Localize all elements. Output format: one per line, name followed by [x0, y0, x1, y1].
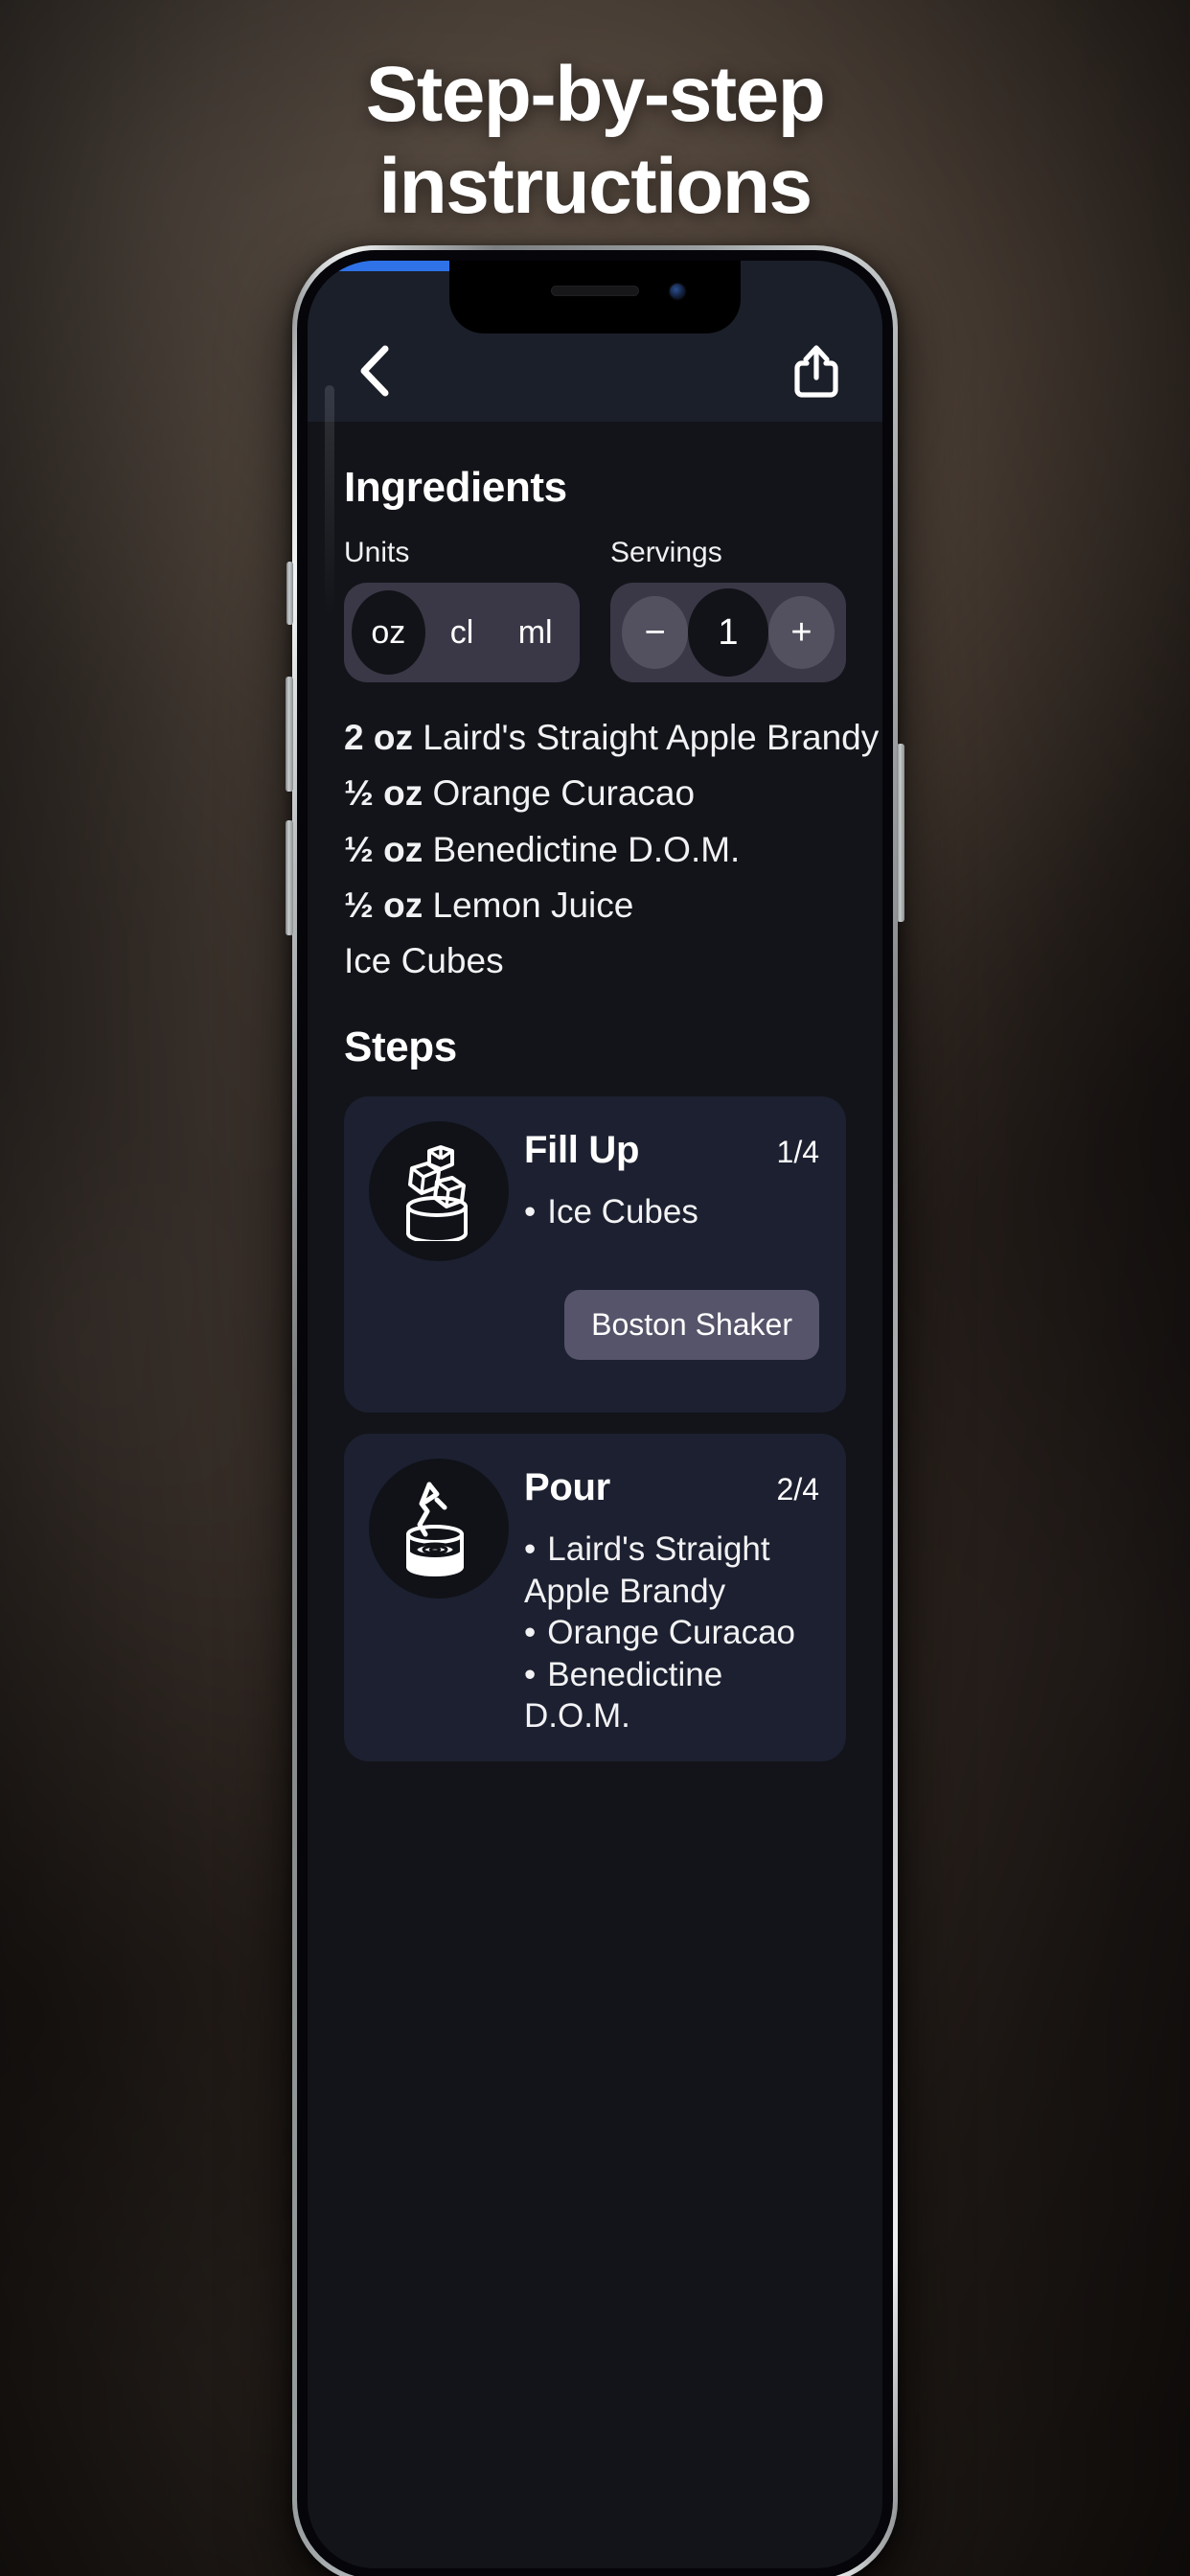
steps-title: Steps	[344, 1024, 457, 1071]
ice-cubes-into-glass-icon	[387, 1138, 491, 1246]
ingredient-row: ½ oz Orange Curacao	[344, 772, 846, 814]
power-button	[897, 744, 904, 922]
ingredients-list: 2 oz Laird's Straight Apple Brandy ½ oz …	[344, 717, 879, 981]
tool-chip[interactable]: Boston Shaker	[564, 1290, 819, 1361]
step-card-top: Fill Up 1/4 Ice Cubes	[369, 1121, 819, 1262]
ingredient-name: Laird's Straight Apple Brandy	[423, 718, 880, 757]
units-option-ml[interactable]: ml	[498, 590, 572, 675]
ingredients-title: Ingredients	[344, 464, 567, 511]
steps-list: Fill Up 1/4 Ice Cubes Boston Shaker	[344, 1096, 846, 1762]
units-segmented-control[interactable]: oz cl ml	[344, 583, 580, 682]
share-icon	[794, 344, 838, 398]
ingredient-name: Ice Cubes	[344, 941, 504, 981]
units-option-oz[interactable]: oz	[352, 590, 425, 675]
step-card-header: Fill Up 1/4	[524, 1129, 819, 1172]
ingredient-row: Ice Cubes	[344, 940, 846, 981]
step-name: Pour	[524, 1466, 610, 1509]
ingredient-quantity: 2 oz	[344, 718, 413, 757]
ingredient-name: Lemon Juice	[432, 885, 634, 925]
servings-value: 1	[688, 588, 768, 677]
step-icon-circle	[369, 1121, 509, 1262]
servings-increment-button[interactable]: +	[767, 596, 835, 669]
units-control: Units oz cl ml	[344, 537, 580, 682]
phone-mockup: Ingredients Units oz cl ml Servings − 1 …	[286, 245, 904, 2576]
step-counter: 2/4	[776, 1472, 819, 1507]
step-ingredient-list: Ice Cubes	[524, 1191, 819, 1232]
recipe-app: Ingredients Units oz cl ml Servings − 1 …	[308, 261, 882, 2568]
ingredient-row: ½ oz Benedictine D.O.M.	[344, 829, 846, 870]
headline-line-1: Step-by-step	[365, 51, 826, 138]
ingredient-row: 2 oz Laird's Straight Apple Brandy	[344, 717, 879, 758]
ingredient-row: ½ oz Lemon Juice	[344, 885, 846, 926]
servings-control: Servings − 1 +	[610, 537, 846, 682]
status-bar-accent	[308, 261, 459, 271]
ingredient-name: Orange Curacao	[432, 773, 696, 814]
servings-label: Servings	[610, 537, 722, 568]
servings-stepper[interactable]: − 1 +	[610, 583, 846, 682]
units-option-cl[interactable]: cl	[425, 590, 499, 675]
back-button[interactable]	[344, 341, 403, 401]
ingredient-quantity: ½ oz	[344, 773, 423, 814]
step-card[interactable]: Fill Up 1/4 Ice Cubes Boston Shaker	[344, 1096, 846, 1414]
step-card-header: Pour 2/4	[524, 1466, 819, 1509]
step-ingredient-item: Orange Curacao	[524, 1612, 819, 1653]
earpiece-speaker	[551, 286, 639, 296]
step-name: Fill Up	[524, 1129, 640, 1172]
ingredient-quantity: ½ oz	[344, 885, 423, 925]
step-card[interactable]: Pour 2/4 Laird's Straight Apple Brandy O…	[344, 1434, 846, 1762]
phone-screen: Ingredients Units oz cl ml Servings − 1 …	[308, 261, 882, 2568]
step-card-body: Pour 2/4 Laird's Straight Apple Brandy O…	[524, 1459, 819, 1736]
headline-line-2: instructions	[378, 143, 812, 230]
step-card-body: Fill Up 1/4 Ice Cubes	[524, 1121, 819, 1232]
front-camera	[670, 284, 685, 299]
step-counter: 1/4	[776, 1135, 819, 1170]
step-ingredient-item: Laird's Straight Apple Brandy	[524, 1529, 819, 1612]
mute-switch	[286, 562, 293, 625]
ingredient-quantity: ½ oz	[344, 829, 423, 869]
step-tool-row: Boston Shaker	[369, 1290, 819, 1361]
servings-decrement-button[interactable]: −	[622, 596, 689, 669]
step-ingredient-list: Laird's Straight Apple Brandy Orange Cur…	[524, 1529, 819, 1736]
pour-into-glass-icon	[387, 1475, 491, 1583]
volume-up-button	[286, 677, 293, 792]
chevron-left-icon	[355, 343, 393, 399]
marketing-screenshot: Step-by-step instructions Ingredients Un…	[0, 0, 1190, 2576]
step-ingredient-item: Benedictine D.O.M.	[524, 1654, 819, 1737]
units-label: Units	[344, 537, 410, 568]
ingredient-name: Benedictine D.O.M.	[432, 829, 741, 869]
app-content: Ingredients Units oz cl ml Servings − 1 …	[308, 422, 882, 2568]
step-card-top: Pour 2/4 Laird's Straight Apple Brandy O…	[369, 1459, 819, 1736]
share-button[interactable]	[787, 341, 846, 401]
ingredient-controls: Units oz cl ml Servings − 1 +	[344, 537, 846, 682]
marketing-headline: Step-by-step instructions	[0, 56, 1190, 226]
step-icon-circle	[369, 1459, 509, 1599]
step-ingredient-item: Ice Cubes	[524, 1191, 819, 1232]
phone-notch	[449, 261, 741, 334]
volume-down-button	[286, 820, 293, 935]
